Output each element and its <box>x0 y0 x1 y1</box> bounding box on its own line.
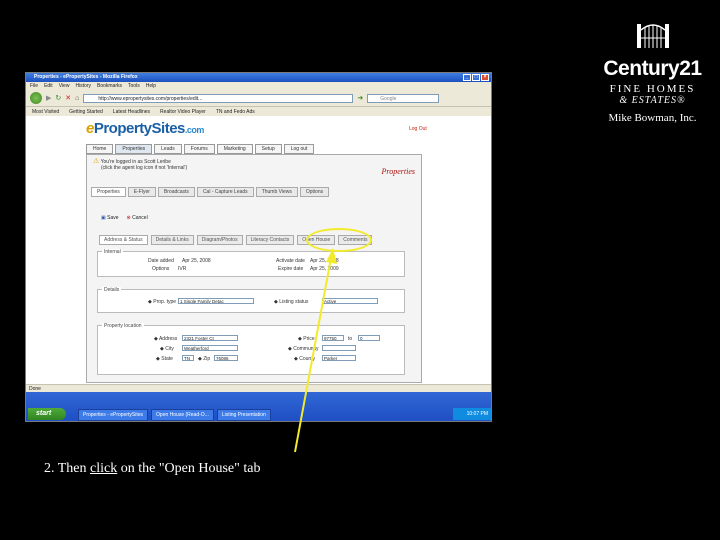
caption-prefix: 2. Then <box>44 461 91 476</box>
instruction-caption: 2. Then click on the "Open House" tab <box>44 461 260 477</box>
caption-suffix: on the "Open House" tab <box>117 461 261 476</box>
pointer-arrow-icon <box>294 248 337 453</box>
caption-click: click <box>90 461 118 476</box>
